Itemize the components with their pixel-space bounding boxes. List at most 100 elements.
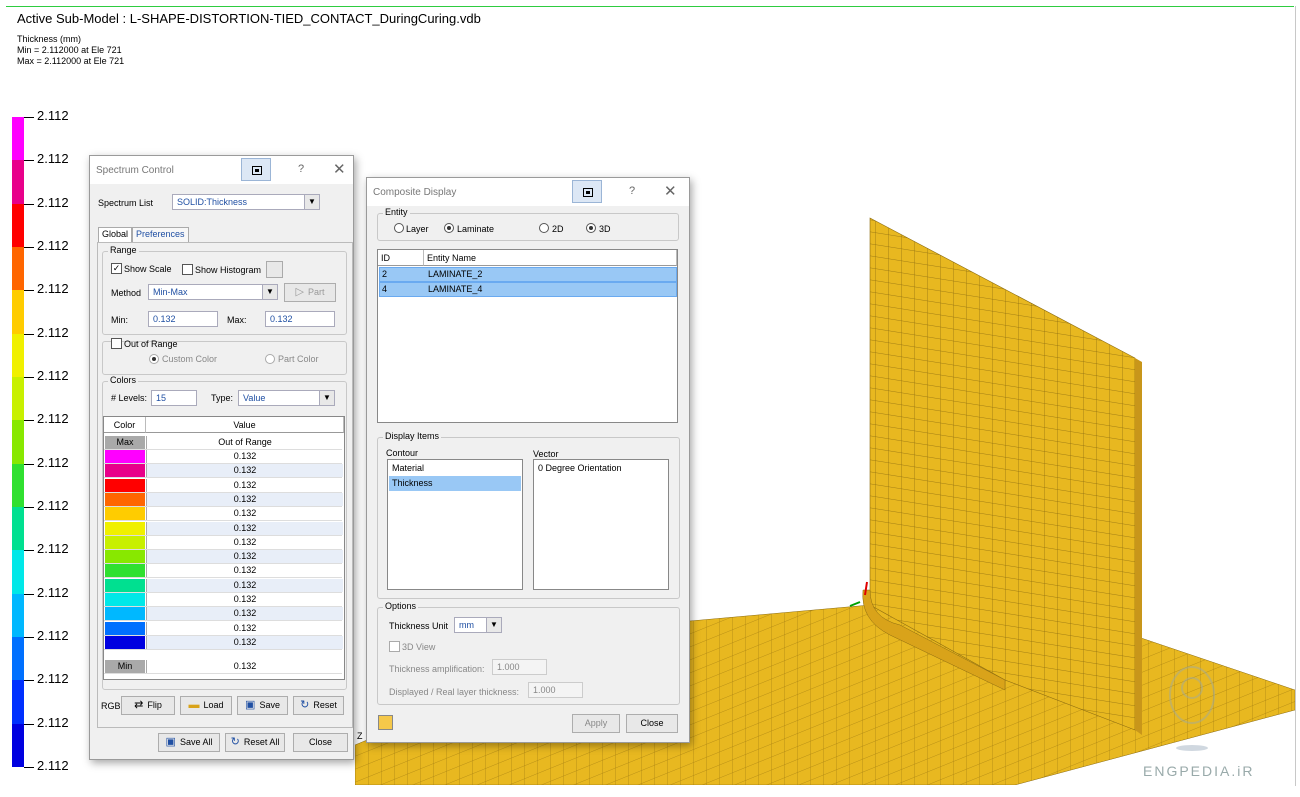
color-picker-icon[interactable] [378,715,393,730]
color-swatch[interactable] [105,564,145,578]
method-select[interactable]: Min-Max ▼ [148,284,278,300]
help-icon[interactable]: ? [298,163,304,175]
type-select[interactable]: Value ▼ [238,390,335,406]
table-row[interactable]: 0.132 [104,550,343,565]
3d-radio[interactable] [586,223,596,233]
laminate-radio[interactable] [444,223,454,233]
apply-button[interactable]: Apply [572,714,620,733]
level-value[interactable]: 0.132 [146,593,343,606]
vector-list[interactable]: 0 Degree Orientation [533,459,669,590]
save-button[interactable]: ▣ Save [237,696,288,715]
show-histogram-checkbox[interactable] [182,264,193,275]
spectrum-list-select[interactable]: SOLID:Thickness ▼ [172,194,320,210]
reset-all-button[interactable]: ↻ Reset All [225,733,285,752]
color-swatch[interactable] [105,607,145,621]
min-input[interactable]: 0.132 [148,311,218,327]
table-row[interactable]: 0.132 [104,621,343,636]
table-row[interactable]: 0.132 [104,492,343,507]
save-all-label: Save All [179,737,213,747]
level-value[interactable]: 0.132 [146,550,343,564]
max-value-text: Max = 2.112000 at Ele 721 [17,56,125,66]
load-button[interactable]: ▬ Load [180,696,232,715]
help-icon[interactable]: ? [629,185,635,197]
level-value[interactable]: 0.132 [146,492,343,506]
custom-color-radio[interactable] [149,354,159,364]
color-swatch[interactable] [105,593,145,606]
show-scale-checkbox[interactable]: ✓ [111,263,122,274]
levels-input[interactable]: 15 [151,390,197,406]
color-swatch[interactable] [105,578,145,592]
3d-view-checkbox[interactable] [389,641,400,652]
list-item[interactable]: Thickness [389,476,521,491]
color-swatch[interactable] [105,550,145,564]
close-button[interactable]: Close [626,714,678,733]
table-row[interactable]: 0.132 [104,464,343,479]
close-icon[interactable]: ✕ [664,182,677,200]
table-row[interactable]: Max Out of Range [104,436,342,450]
color-swatch[interactable] [105,450,145,463]
color-swatch[interactable] [105,492,145,506]
dock-button[interactable] [572,180,602,203]
color-swatch[interactable] [105,507,145,521]
out-of-range-checkbox[interactable] [111,338,122,349]
table-row[interactable]: 0.132 [104,521,343,536]
max-input[interactable]: 0.132 [265,311,335,327]
color-swatch[interactable] [105,478,145,492]
close-icon[interactable]: ✕ [333,160,346,178]
level-value[interactable]: 0.132 [146,607,343,621]
histogram-icon[interactable] [266,261,283,278]
level-value[interactable]: 0.132 [146,535,343,549]
layer-radio[interactable] [394,223,404,233]
level-value[interactable]: 0.132 [146,464,343,478]
color-swatch[interactable] [105,635,145,649]
table-row[interactable]: 0.132 [104,578,343,593]
level-value[interactable]: 0.132 [146,507,343,521]
legend-color-segment [12,463,24,507]
part-button[interactable]: ▷ Part [284,283,336,302]
composite-titlebar[interactable]: Composite Display ? ✕ [367,178,689,206]
table-row[interactable]: 2 LAMINATE_2 [379,267,677,282]
table-row[interactable]: 0.132 [104,593,342,607]
save-all-button[interactable]: ▣ Save All [158,733,220,752]
table-row[interactable]: 0.132 [104,564,343,579]
table-row[interactable]: 0.132 [104,607,343,622]
level-value[interactable]: 0.132 [146,578,343,592]
color-swatch[interactable] [105,621,145,635]
level-value[interactable]: 0.132 [146,621,343,635]
list-item[interactable]: 0 Degree Orientation [535,461,667,476]
2d-radio[interactable] [539,223,549,233]
color-swatch[interactable] [105,521,145,535]
thickness-unit-select[interactable]: mm ▼ [454,617,502,633]
tab-preferences[interactable]: Preferences [132,227,189,242]
reset-button[interactable]: ↻ Reset [293,696,344,715]
reset-label: Reset [313,700,337,710]
level-value[interactable]: 0.132 [146,478,343,492]
spectrum-titlebar[interactable]: Spectrum Control ? ✕ [90,156,353,184]
table-row[interactable]: 0.132 [104,450,342,464]
color-swatch[interactable] [105,464,145,478]
flip-button[interactable]: ⇄ Flip [121,696,175,715]
table-row[interactable]: 4 LAMINATE_4 [379,282,677,297]
close-button[interactable]: Close [293,733,348,752]
color-swatch[interactable] [105,535,145,549]
tab-global[interactable]: Global [98,227,133,242]
table-row[interactable]: 0.132 [104,635,343,650]
level-value[interactable]: 0.132 [146,635,343,649]
level-value[interactable]: 0.132 [146,450,343,463]
legend-label: 2.112 [37,238,69,253]
table-row[interactable]: 0.132 [104,478,343,493]
layer-thickness-ratio-input[interactable]: 1.000 [528,682,583,698]
table-row[interactable]: 0.132 [104,535,343,550]
out-of-range-label: Out of Range [124,339,178,349]
level-value[interactable]: 0.132 [146,521,343,535]
amplification-input[interactable]: 1.000 [492,659,547,675]
table-row[interactable]: 0.132 [104,507,343,522]
options-label: Options [383,601,419,611]
part-color-radio[interactable] [265,354,275,364]
range-group-label: Range [108,245,139,255]
table-row[interactable]: Min 0.132 [104,660,342,674]
list-item[interactable]: Material [389,461,521,476]
level-value[interactable]: 0.132 [146,564,343,578]
dock-button[interactable] [241,158,271,181]
contour-list[interactable]: Material Thickness [387,459,523,590]
